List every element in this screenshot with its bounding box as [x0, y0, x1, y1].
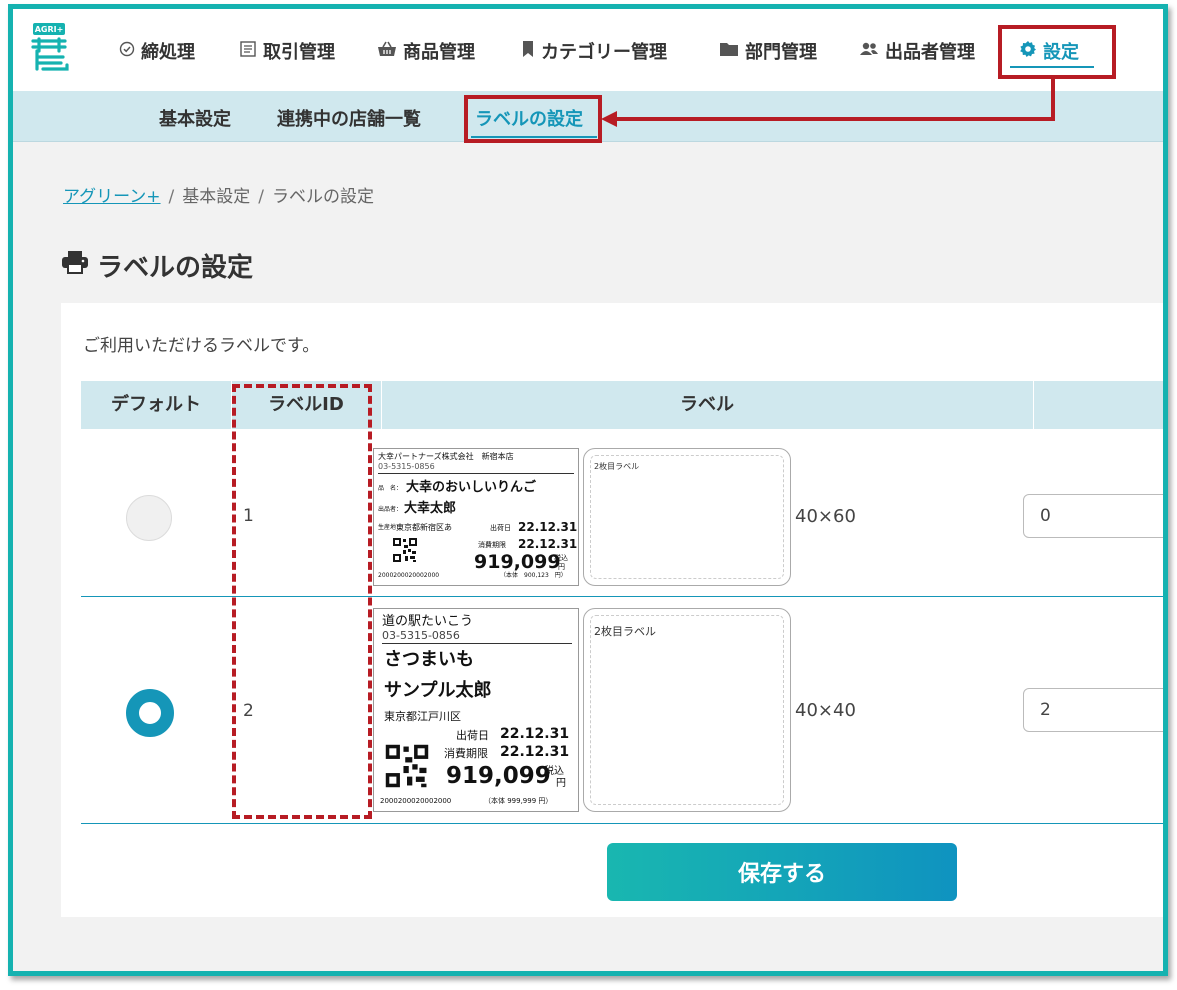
- page-title-text: ラベルの設定: [97, 253, 254, 283]
- second-label-caption: 2枚目ラベル: [594, 462, 640, 471]
- page-title: ラベルの設定: [61, 247, 253, 284]
- preview-expiry-label: 消費期限: [478, 541, 506, 549]
- preview-expiry-date: 22.12.31: [518, 537, 578, 551]
- nav-item-label: 出品者管理: [885, 42, 975, 63]
- label-preview-row-1: 大幸パートナーズ株式会社 新宿本店 03-5315-0856 品 名： 大幸のお…: [373, 448, 579, 586]
- preview-expiry-date: 22.12.31: [500, 744, 570, 760]
- breadcrumb-separator: /: [168, 187, 175, 207]
- breadcrumb-separator: /: [258, 187, 265, 207]
- preview-price: 919,099: [474, 551, 561, 573]
- subnav-item-stores[interactable]: 連携中の店舗一覧: [277, 105, 421, 131]
- save-button[interactable]: 保存する: [607, 843, 957, 901]
- preview-shop: 大幸パートナーズ株式会社 新宿本店: [378, 452, 514, 461]
- preview-origin: 東京都新宿区あ: [396, 523, 452, 532]
- preview-phone: 03-5315-0856: [378, 462, 435, 471]
- agri-logo[interactable]: AGRI+: [27, 21, 71, 73]
- preview-producer: サンプル太郎: [384, 680, 492, 701]
- preview-yen: 円: [558, 563, 565, 571]
- second-label-preview-row-2: 2枚目ラベル: [583, 608, 791, 812]
- preview-yen: 円: [556, 778, 566, 789]
- preview-ship-date: 22.12.31: [518, 520, 578, 534]
- receipt-icon: [239, 40, 257, 63]
- preview-product: 大幸のおいしいりんご: [406, 480, 537, 495]
- nav-item-categories[interactable]: カテゴリー管理: [521, 37, 667, 65]
- logo-text: AGRI+: [35, 25, 64, 34]
- subnav-item-basic[interactable]: 基本設定: [159, 105, 231, 131]
- preview-price: 919,099: [446, 763, 551, 789]
- preview-ship-label: 出荷日: [490, 524, 511, 532]
- nav-item-label: 取引管理: [263, 42, 335, 63]
- nav-item-products[interactable]: 商品管理: [377, 37, 475, 65]
- column-divider: [1033, 381, 1034, 429]
- nav-item-transactions[interactable]: 取引管理: [239, 37, 335, 65]
- column-header-default: デフォルト: [111, 394, 201, 415]
- nav-item-label: 部門管理: [745, 42, 817, 63]
- nav-item-label: 締処理: [141, 42, 195, 63]
- highlight-box-settings: [998, 25, 1116, 79]
- preview-producer: 大幸太郎: [404, 501, 457, 516]
- check-circle-icon: [119, 41, 135, 62]
- nav-item-departments[interactable]: 部門管理: [719, 37, 817, 65]
- qr-code-icon: [392, 537, 418, 563]
- preview-base-price: （本体 900,123 円）: [500, 572, 567, 579]
- nav-item-label: 商品管理: [403, 42, 475, 63]
- folder-icon: [719, 41, 739, 62]
- preview-origin: 東京都江戸川区: [384, 710, 461, 723]
- preview-ship-date: 22.12.31: [500, 726, 570, 742]
- preview-expiry-label: 消費期限: [444, 747, 488, 760]
- breadcrumb-current: ラベルの設定: [272, 187, 375, 207]
- bookmark-icon: [521, 40, 535, 63]
- second-label-caption: 2枚目ラベル: [594, 625, 656, 638]
- preview-base-price: （本体 999,999 円）: [484, 797, 553, 805]
- qr-code-icon: [384, 743, 430, 789]
- second-label-preview-row-1: 2枚目ラベル: [583, 448, 791, 586]
- quantity-input-row-2[interactable]: [1023, 688, 1163, 732]
- label-size-row-1: 40×60: [795, 506, 856, 527]
- quantity-input-row-1[interactable]: [1023, 494, 1163, 538]
- default-radio-row-1[interactable]: [126, 495, 172, 541]
- column-header-label: ラベル: [680, 394, 734, 415]
- preview-ship-label: 出荷日: [456, 729, 489, 742]
- preview-tax-label: 税込: [544, 766, 564, 777]
- preview-barcode-number: 2000200020002000: [380, 797, 452, 805]
- app-window: AGRI+ 締処理 取引管理 商品管理 カテゴリー管理 部門管理 出品者管理 設…: [8, 4, 1168, 976]
- breadcrumb-basic: 基本設定: [182, 187, 251, 207]
- preview-product: さつまいも: [384, 649, 474, 670]
- nav-item-closing[interactable]: 締処理: [119, 37, 195, 65]
- label-preview-row-2: 道の駅たいこう 03-5315-0856 さつまいも サンプル太郎 東京都江戸川…: [373, 608, 579, 812]
- nav-item-exhibitors[interactable]: 出品者管理: [859, 37, 975, 65]
- preview-tax-label: 税込: [554, 554, 568, 562]
- users-icon: [859, 41, 879, 62]
- breadcrumb-home-link[interactable]: アグリーン+: [63, 187, 161, 207]
- default-radio-row-2[interactable]: [126, 689, 174, 737]
- highlight-box-label-id-column: [232, 384, 372, 819]
- label-size-row-2: 40×40: [795, 700, 856, 721]
- nav-item-label: カテゴリー管理: [541, 42, 667, 63]
- preview-shop: 道の駅たいこう: [382, 614, 474, 629]
- panel-description: ご利用いただけるラベルです。: [83, 336, 320, 356]
- annotation-arrow-icon: [601, 77, 1055, 127]
- label-settings-panel: ご利用いただけるラベルです。 デフォルト ラベルID ラベル 1 大幸パートナー…: [61, 303, 1163, 917]
- preview-producer-prefix: 出品者：: [378, 506, 403, 513]
- preview-product-prefix: 品 名：: [378, 485, 403, 492]
- basket-icon: [377, 40, 397, 63]
- row-divider: [81, 823, 1163, 824]
- breadcrumb: アグリーン+ / 基本設定 / ラベルの設定: [63, 182, 374, 207]
- preview-barcode-number: 2000200020002000: [378, 572, 440, 579]
- printer-icon: [61, 250, 89, 281]
- preview-phone: 03-5315-0856: [382, 629, 460, 642]
- highlight-box-label-settings: [464, 95, 602, 143]
